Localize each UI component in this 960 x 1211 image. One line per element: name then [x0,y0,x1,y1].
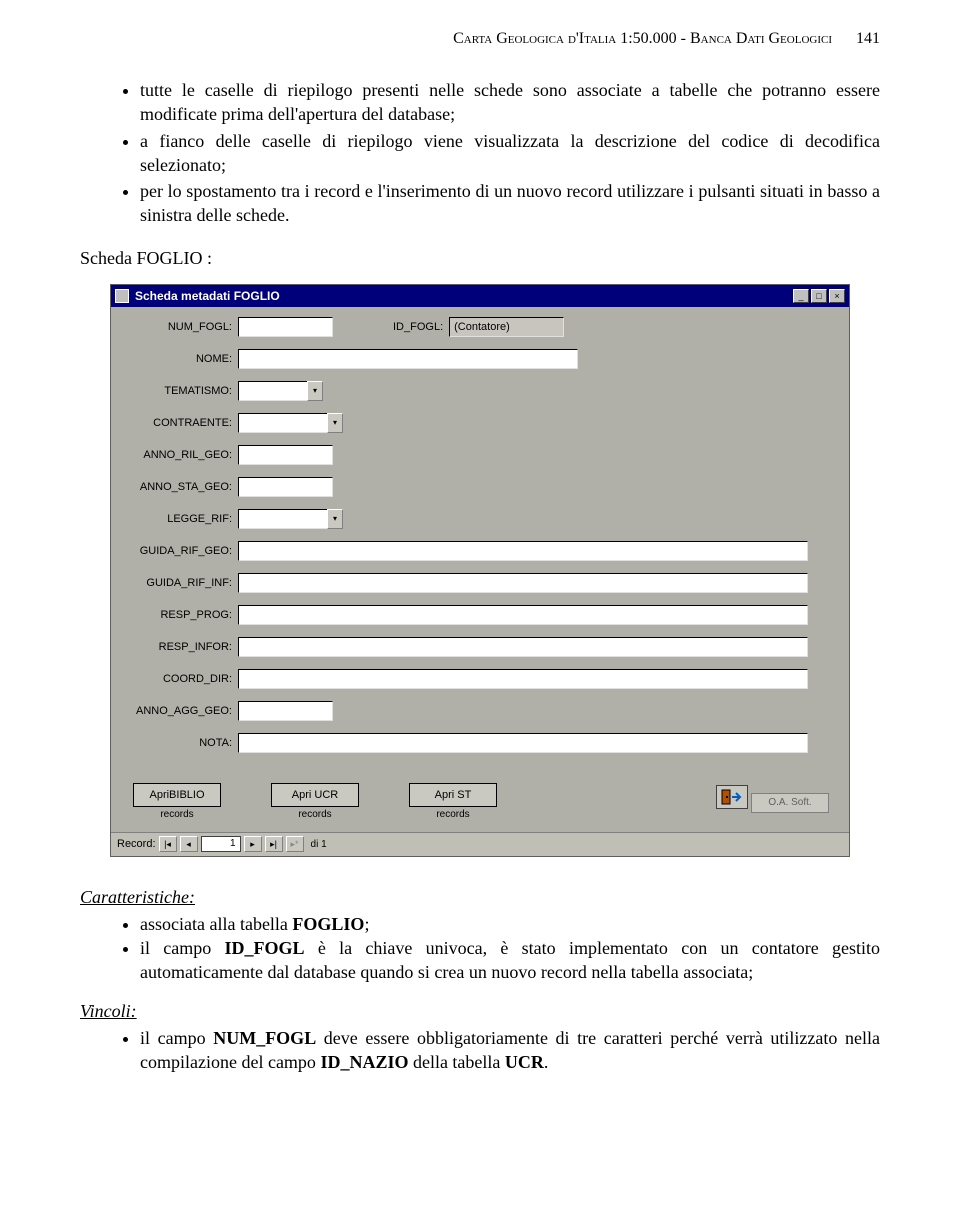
input-id-fogl [449,317,564,337]
input-num-fogl[interactable] [238,317,333,337]
page-number: 141 [856,30,880,47]
button-apri-biblio[interactable]: ApriBIBLIO [133,783,221,807]
intro-bullets: tutte le caselle di riepilogo presenti n… [80,78,880,228]
input-guida-rif-inf[interactable] [238,573,808,593]
label-nome: NOME: [123,353,238,365]
header-title: Carta Geologica d'Italia 1:50.000 - Banc… [453,30,832,47]
nav-total: di 1 [311,839,327,850]
nav-last-button[interactable]: ▸| [265,836,283,852]
label-num-fogl: NUM_FOGL: [123,321,238,333]
input-coord-dir[interactable] [238,669,808,689]
page-header: Carta Geologica d'Italia 1:50.000 - Banc… [80,30,880,48]
caratteristiche-list: associata alla tabella FOGLIO; il campo … [80,912,880,985]
input-anno-agg-geo[interactable] [238,701,333,721]
nav-prev-button[interactable]: ◂ [180,836,198,852]
input-guida-rif-geo[interactable] [238,541,808,561]
dropdown-tematismo-button[interactable]: ▾ [307,381,323,401]
dropdown-legge-rif-button[interactable]: ▾ [327,509,343,529]
feature-item: associata alla tabella FOGLIO; [140,912,880,936]
minimize-button[interactable]: _ [793,289,809,303]
label-tematismo: TEMATISMO: [123,385,238,397]
constraint-item: il campo NUM_FOGL deve essere obbligator… [140,1026,880,1075]
label-contraente: CONTRAENTE: [123,417,238,429]
label-anno-agg-geo: ANNO_AGG_GEO: [123,705,238,717]
input-nota[interactable] [238,733,808,753]
maximize-button[interactable]: □ [811,289,827,303]
nav-next-button[interactable]: ▸ [244,836,262,852]
label-coord-dir: COORD_DIR: [123,673,238,685]
button-apri-st[interactable]: Apri ST [409,783,497,807]
input-resp-prog[interactable] [238,605,808,625]
label-anno-sta-geo: ANNO_STA_GEO: [123,481,238,493]
label-anno-ril-geo: ANNO_RIL_GEO: [123,449,238,461]
label-guida-rif-geo: GUIDA_RIF_GEO: [123,545,238,557]
label-nota: NOTA: [123,737,238,749]
titlebar[interactable]: Scheda metadati FOGLIO _ □ × [111,285,849,307]
input-anno-sta-geo[interactable] [238,477,333,497]
window-title: Scheda metadati FOGLIO [135,289,793,303]
feature-item: il campo ID_FOGL è la chiave univoca, è … [140,936,880,985]
input-anno-ril-geo[interactable] [238,445,333,465]
label-records-1: records [133,809,221,820]
label-records-3: records [409,809,497,820]
label-legge-rif: LEGGE_RIF: [123,513,238,525]
record-navigator: Record: |◂ ◂ 1 ▸ ▸| ▸* di 1 [111,832,849,856]
input-nome[interactable] [238,349,578,369]
vincoli-heading: Vincoli: [80,1001,880,1022]
nav-first-button[interactable]: |◂ [159,836,177,852]
button-oa-soft[interactable]: O.A. Soft. [751,793,829,813]
label-guida-rif-inf: GUIDA_RIF_INF: [123,577,238,589]
close-button[interactable]: × [829,289,845,303]
input-tematismo[interactable] [238,381,308,401]
window-icon [115,289,129,303]
nav-label: Record: [117,838,156,850]
bullet-item: a fianco delle caselle di riepilogo vien… [140,129,880,178]
label-records-2: records [271,809,359,820]
label-resp-infor: RESP_INFOR: [123,641,238,653]
bullet-item: tutte le caselle di riepilogo presenti n… [140,78,880,127]
input-legge-rif[interactable] [238,509,328,529]
caratteristiche-heading: Caratteristiche: [80,887,880,908]
label-id-fogl: ID_FOGL: [393,321,449,333]
section-label: Scheda FOGLIO : [80,248,880,269]
vincoli-list: il campo NUM_FOGL deve essere obbligator… [80,1026,880,1075]
nav-new-button[interactable]: ▸* [286,836,304,852]
dropdown-contraente-button[interactable]: ▾ [327,413,343,433]
label-resp-prog: RESP_PROG: [123,609,238,621]
dialog-foglio: Scheda metadati FOGLIO _ □ × NUM_FOGL: I… [110,284,850,857]
nav-current-field[interactable]: 1 [201,836,241,852]
exit-door-icon[interactable] [716,785,748,809]
button-apri-ucr[interactable]: Apri UCR [271,783,359,807]
input-resp-infor[interactable] [238,637,808,657]
input-contraente[interactable] [238,413,328,433]
bullet-item: per lo spostamento tra i record e l'inse… [140,179,880,228]
